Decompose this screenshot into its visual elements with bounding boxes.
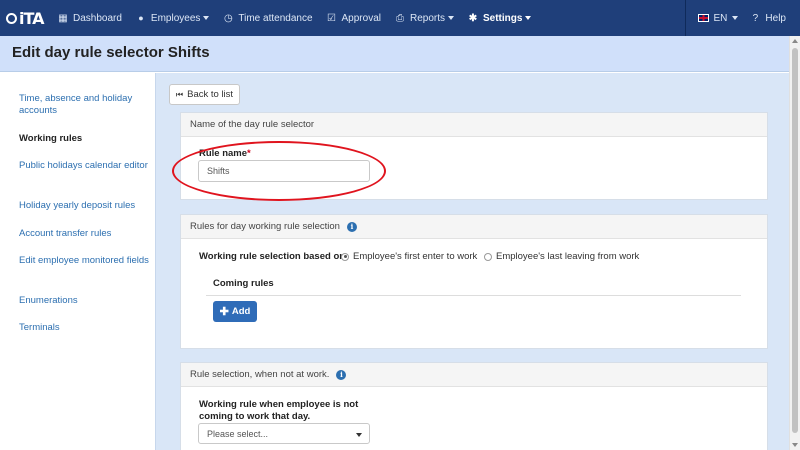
radio-last-leaving-input[interactable] (484, 252, 492, 261)
printer-icon: ⎙ (395, 12, 404, 24)
sidebar-item-edit-employee-monitored-fields[interactable]: Edit employee monitored fields (19, 255, 149, 267)
app-logo[interactable]: iTA (6, 7, 48, 29)
chevron-down-icon (448, 16, 454, 20)
back-to-list-button[interactable]: ⏮ Back to list (169, 84, 240, 105)
scroll-up-icon[interactable] (792, 39, 798, 43)
grid-icon: ▦ (58, 12, 68, 24)
nav-dashboard-label: Dashboard (73, 12, 122, 24)
nav-time-attendance-label: Time attendance (238, 12, 313, 24)
nav-employees-label: Employees (150, 12, 201, 24)
selection-rules-panel-title: Rules for day working rule selection (190, 221, 340, 232)
clock-icon: ◷ (224, 12, 233, 24)
help-label: Help (765, 12, 786, 24)
radio-last-leaving[interactable]: Employee's last leaving from work (484, 251, 639, 262)
uk-flag-icon (697, 14, 709, 22)
add-coming-rule-button[interactable]: ✚ Add (213, 301, 257, 322)
add-button-label: Add (231, 306, 251, 317)
chevron-down-icon (203, 16, 210, 20)
page-title: Edit day rule selector Shifts (12, 44, 210, 61)
not-at-work-panel-title: Rule selection, when not at work. (190, 369, 330, 380)
nav-approval[interactable]: ☑ Approval (327, 0, 381, 36)
selection-rules-panel-header: Rules for day working rule selection i (181, 215, 767, 239)
help-link[interactable]: ? Help (750, 0, 786, 36)
checkbox-icon: ☑ (327, 12, 336, 24)
nav-employees[interactable]: ● Employees (136, 0, 210, 36)
name-panel-header: Name of the day rule selector (181, 113, 767, 137)
name-panel-title: Name of the day rule selector (190, 119, 315, 130)
language-label: EN (713, 12, 728, 24)
coming-rules-divider (206, 295, 741, 296)
back-to-list-label: Back to list (187, 89, 234, 100)
sidebar-item-holiday-yearly-deposit-rules[interactable]: Holiday yearly deposit rules (19, 200, 149, 212)
selection-based-on-label: Working rule selection based on (199, 251, 346, 262)
main-content: ⏮ Back to list Name of the day rule sele… (155, 73, 800, 450)
sidebar-item-account-transfer-rules[interactable]: Account transfer rules (19, 228, 149, 240)
logo-text: iTA (19, 8, 45, 28)
nav-divider (684, 0, 686, 36)
select-caret-icon (356, 433, 362, 437)
not-at-work-panel: Rule selection, when not at work. i Work… (180, 362, 768, 450)
sidebar-item-working-rules[interactable]: Working rules (19, 133, 149, 145)
not-at-work-select-placeholder: Please select... (207, 428, 269, 439)
not-at-work-panel-header: Rule selection, when not at work. i (181, 363, 767, 387)
settings-sidebar: Time, absence and holiday accounts Worki… (0, 73, 155, 450)
coming-rules-heading: Coming rules (213, 278, 274, 289)
radio-first-enter[interactable]: Employee's first enter to work (341, 251, 477, 262)
radio-first-enter-input[interactable] (341, 252, 349, 261)
sidebar-item-time-absence-holiday-accounts[interactable]: Time, absence and holiday accounts (19, 93, 149, 117)
info-icon[interactable]: i (346, 221, 357, 232)
page-header: Edit day rule selector Shifts (0, 36, 800, 72)
nav-settings[interactable]: ✱ Settings (468, 0, 532, 36)
plus-icon: ✚ (219, 306, 229, 318)
nav-right: EN ? Help (684, 0, 800, 36)
user-icon: ● (138, 13, 144, 23)
logo-ring-icon (6, 12, 17, 24)
chevron-down-icon (525, 16, 532, 20)
chevron-down-icon (732, 16, 739, 20)
sidebar-item-enumerations[interactable]: Enumerations (19, 295, 149, 307)
gear-icon: ✱ (468, 12, 478, 24)
not-at-work-select[interactable]: Please select... (198, 423, 370, 444)
sidebar-item-public-holidays-calendar-editor[interactable]: Public holidays calendar editor (19, 160, 149, 172)
radio-first-enter-label: Employee's first enter to work (353, 251, 478, 262)
nav-time-attendance[interactable]: ◷ Time attendance (223, 0, 313, 36)
language-selector[interactable]: EN (697, 0, 739, 36)
nav-reports-label: Reports (409, 12, 445, 24)
radio-last-leaving-label: Employee's last leaving from work (496, 251, 640, 262)
sidebar-item-terminals[interactable]: Terminals (19, 322, 149, 334)
scroll-down-icon[interactable] (792, 443, 798, 447)
nav-approval-label: Approval (341, 12, 381, 24)
info-icon[interactable]: i (336, 369, 347, 380)
selection-rules-panel: Rules for day working rule selection i W… (180, 214, 768, 349)
annotation-ellipse (172, 141, 386, 201)
page-scrollbar[interactable] (789, 36, 800, 450)
help-icon: ? (752, 12, 759, 24)
nav-settings-label: Settings (483, 12, 523, 24)
nav-reports[interactable]: ⎙ Reports (395, 0, 454, 36)
nav-dashboard[interactable]: ▦ Dashboard (58, 0, 122, 36)
not-at-work-label: Working rule when employee is not coming… (199, 399, 359, 422)
top-navbar: iTA ▦ Dashboard ● Employees ◷ Time atten… (0, 0, 800, 36)
skip-back-icon: ⏮ (175, 89, 184, 99)
scroll-thumb[interactable] (792, 48, 798, 433)
